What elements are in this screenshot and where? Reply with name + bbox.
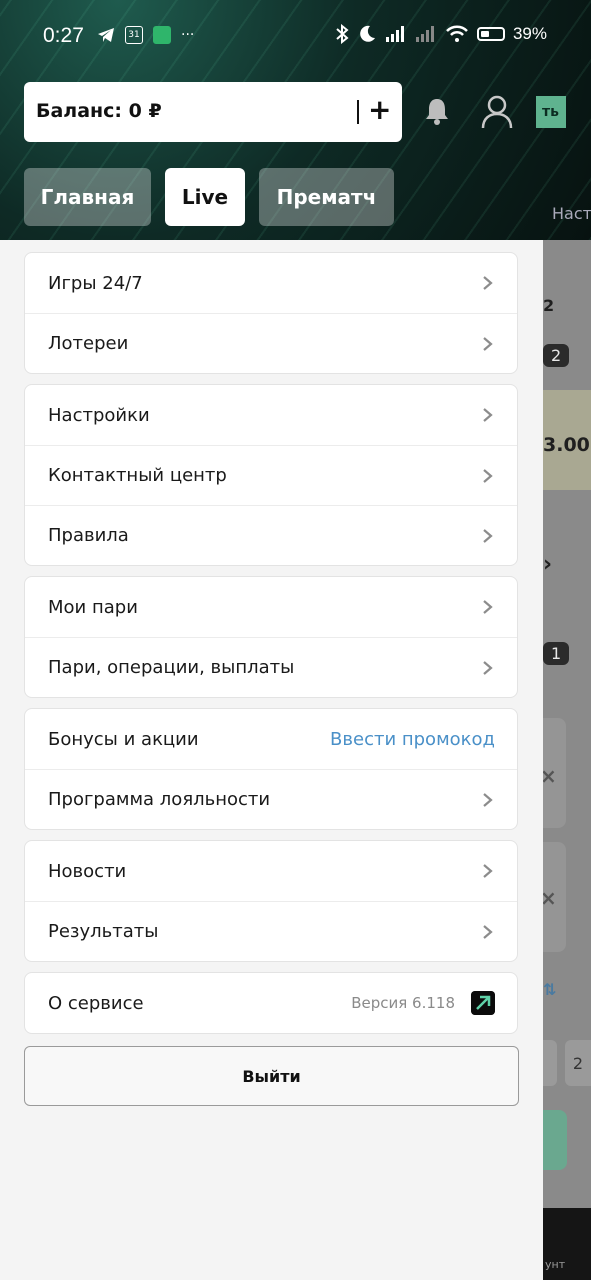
chevron-right-icon — [483, 337, 493, 351]
bg-number: 2 — [543, 296, 555, 315]
bg-chip — [543, 1040, 557, 1086]
tab-peek: Наст — [552, 204, 591, 223]
menu-group-settings: Настройки Контактный центр Правила — [24, 384, 518, 566]
balance-separator — [357, 100, 359, 124]
menu-item-label: Результаты — [48, 921, 159, 942]
shield-app-icon — [153, 26, 171, 44]
bg-bottom-nav: унт — [543, 1208, 591, 1280]
menu-item-settings[interactable]: Настройки — [25, 385, 517, 445]
menu-item-label: Игры 24/7 — [48, 272, 143, 294]
menu-item-results[interactable]: Результаты — [25, 901, 517, 961]
menu-group-bets: Мои пари Пари, операции, выплаты — [24, 576, 518, 698]
menu-item-label: Контактный центр — [48, 465, 227, 486]
menu-item-label: Пари, операции, выплаты — [48, 657, 295, 678]
chevron-right-icon — [483, 276, 493, 290]
menu-item-label: Новости — [48, 860, 127, 882]
wifi-icon — [446, 25, 468, 42]
menu-item-lotteries[interactable]: Лотереи — [25, 313, 517, 373]
menu-item-label: Настройки — [48, 404, 150, 426]
menu-item-bonuses[interactable]: Бонусы и акции Ввести промокод — [25, 709, 517, 769]
menu-item-label: Программа лояльности — [48, 789, 271, 810]
status-time: 0:27 — [43, 24, 84, 47]
menu-item-label: Мои пари — [48, 596, 138, 618]
status-right-icons: 39% — [335, 24, 547, 44]
menu-item-label: О сервисе — [48, 992, 144, 1014]
main-tabs: Главная Live Прематч — [24, 168, 394, 226]
balance-label: Баланс: 0 ₽ — [36, 100, 162, 122]
menu-item-loyalty[interactable]: Программа лояльности — [25, 769, 517, 829]
tab-prematch[interactable]: Прематч — [259, 168, 394, 226]
logout-button[interactable]: Выйти — [24, 1046, 519, 1106]
menu-item-about[interactable]: О сервисе Версия 6.118 — [25, 973, 517, 1033]
battery-icon — [476, 27, 505, 41]
telegram-icon — [98, 28, 114, 42]
bg-chevron-icon: › — [543, 552, 553, 577]
bg-sort-icon: ⇅ — [543, 980, 557, 999]
menu-group-news: Новости Результаты — [24, 840, 518, 962]
bg-chip-2: 2 — [565, 1040, 591, 1086]
chevron-right-icon — [483, 469, 493, 483]
calendar-icon: 31 — [125, 26, 143, 44]
signal-icon — [385, 26, 404, 42]
more-notifications-icon: ··· — [181, 27, 195, 43]
side-menu-drawer: Игры 24/7 Лотереи Настройки Контактный ц… — [0, 240, 543, 1280]
menu-item-contact-center[interactable]: Контактный центр — [25, 445, 517, 505]
status-left-icons: 31 ··· — [97, 26, 194, 44]
enter-promo-code-link[interactable]: Ввести промокод — [330, 729, 495, 750]
signal-icon-2 — [415, 26, 434, 42]
menu-group-bonuses: Бонусы и акции Ввести промокод Программа… — [24, 708, 518, 830]
menu-group-games: Игры 24/7 Лотереи — [24, 252, 518, 374]
menu-item-games[interactable]: Игры 24/7 — [25, 253, 517, 313]
menu-item-label: Бонусы и акции — [48, 728, 199, 750]
tab-main[interactable]: Главная — [24, 168, 151, 226]
menu-item-rules[interactable]: Правила — [25, 505, 517, 565]
bg-odds: 3.00 — [543, 434, 590, 456]
chevron-right-icon — [483, 925, 493, 939]
battery-percent: 39% — [512, 24, 547, 43]
menu-item-my-bets[interactable]: Мои пари — [25, 577, 517, 637]
tab-live[interactable]: Live — [165, 168, 245, 226]
bg-pill: 2 — [543, 344, 570, 367]
bell-icon[interactable] — [422, 96, 452, 126]
brand-arrow-icon — [471, 991, 495, 1015]
status-bar: 0:27 31 ··· 39% — [0, 0, 591, 76]
moon-icon — [360, 25, 375, 42]
user-icon[interactable] — [480, 94, 514, 130]
menu-item-label: Лотереи — [48, 333, 129, 354]
chevron-right-icon — [483, 661, 493, 675]
chevron-right-icon — [483, 600, 493, 614]
app-version: Версия 6.118 — [351, 994, 455, 1012]
add-funds-button[interactable]: + — [368, 93, 391, 126]
balance-box[interactable]: Баланс: 0 ₽ + — [24, 82, 402, 142]
chevron-right-icon — [483, 408, 493, 422]
bluetooth-icon — [336, 24, 349, 44]
menu-item-label: Правила — [48, 525, 129, 546]
chevron-right-icon — [483, 529, 493, 543]
chevron-right-icon — [483, 864, 493, 878]
register-button-peek: ть — [536, 96, 566, 128]
menu-item-news[interactable]: Новости — [25, 841, 517, 901]
bg-nav-label: унт — [545, 1258, 566, 1271]
menu-group-about: О сервисе Версия 6.118 — [24, 972, 518, 1034]
chevron-right-icon — [483, 793, 493, 807]
bg-green-button — [543, 1110, 567, 1170]
bg-pill-2: 1 — [543, 642, 570, 665]
menu-item-operations[interactable]: Пари, операции, выплаты — [25, 637, 517, 697]
